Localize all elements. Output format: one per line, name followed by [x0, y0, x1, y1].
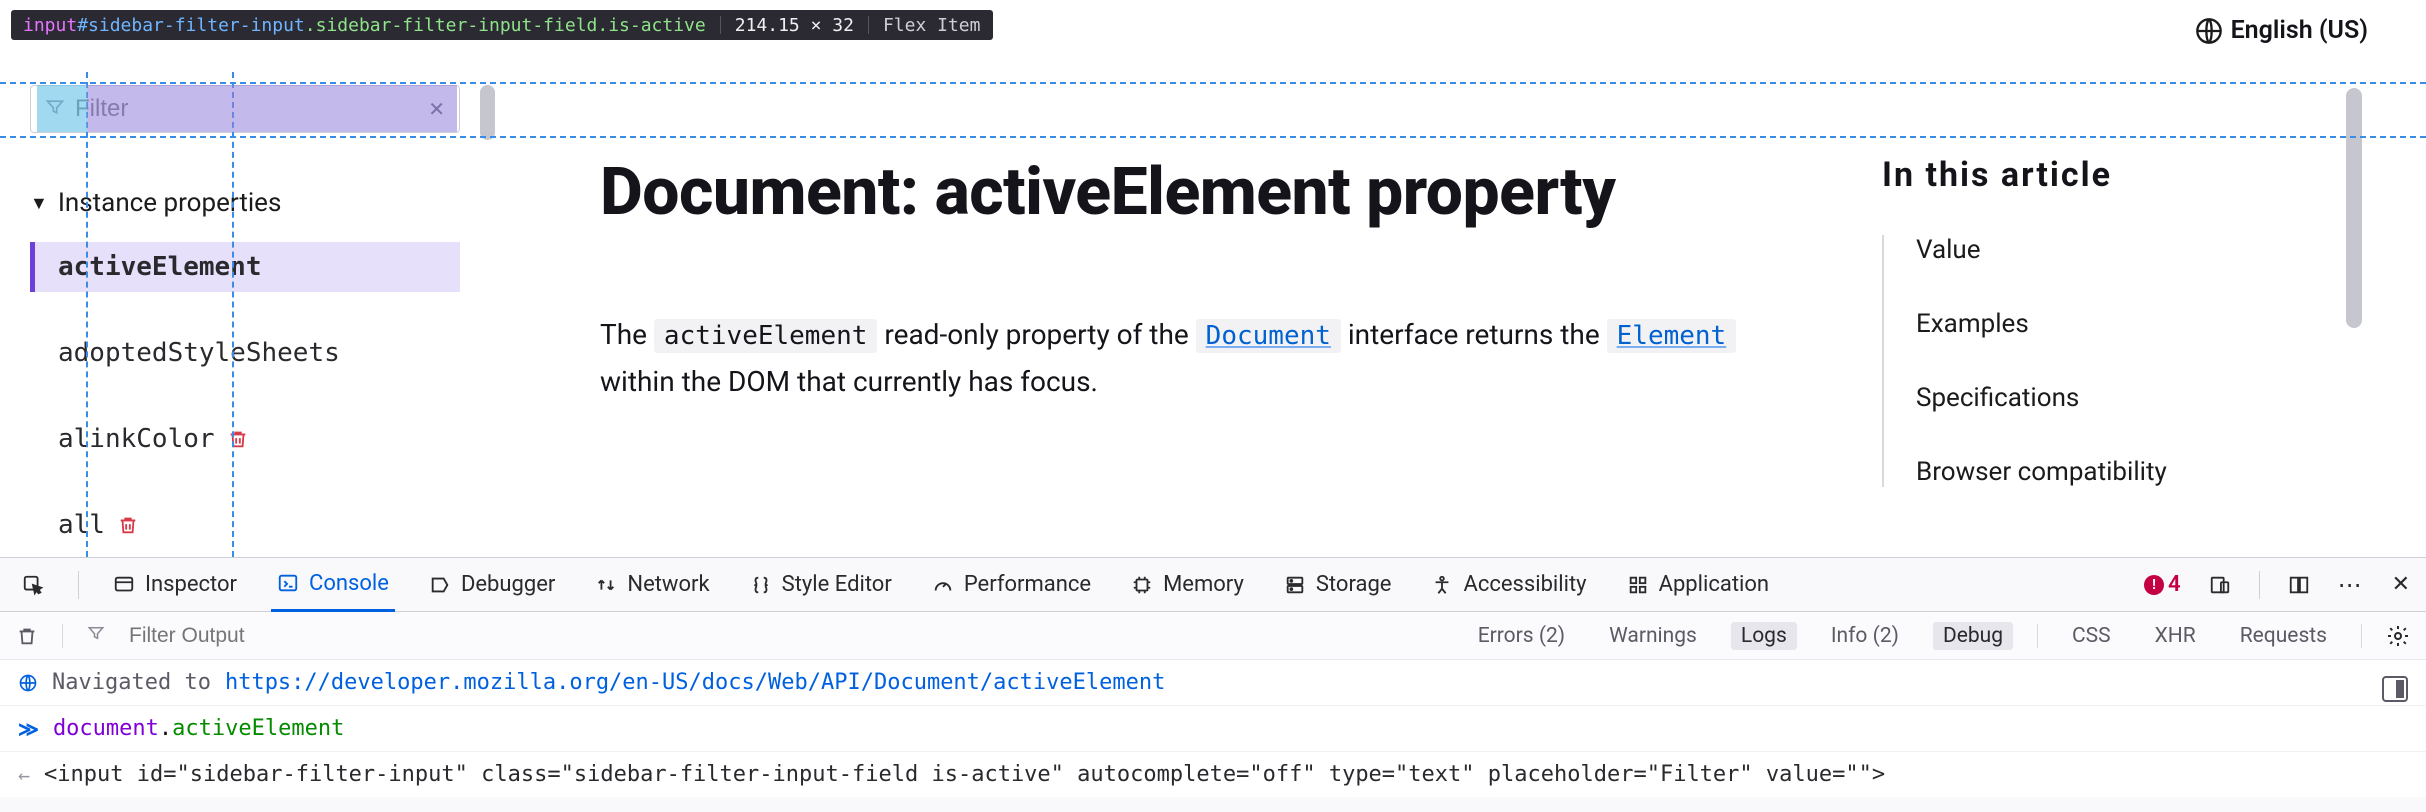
filter-warnings[interactable]: Warnings [1599, 622, 1707, 650]
sidebar-item-label: activeElement [58, 252, 262, 282]
tooltip-id: #sidebar-filter-input [77, 15, 305, 36]
link-document[interactable]: Document [1196, 319, 1341, 353]
console-output-row: ← <input id="sidebar-filter-input" class… [0, 752, 2426, 797]
filter-errors[interactable]: Errors (2) [1468, 622, 1575, 650]
tooltip-dimensions: 214.15 × 32 [735, 15, 854, 36]
console-filter-input[interactable] [129, 624, 429, 648]
console-filter-bar: Errors (2) Warnings Logs Info (2) Debug … [0, 612, 2426, 660]
deprecated-icon [227, 428, 249, 450]
article-intro: The activeElement read-only property of … [600, 311, 1800, 406]
page-content: English (US) input#sidebar-filter-input.… [0, 0, 2426, 557]
globe-icon [18, 673, 38, 693]
tab-performance[interactable]: Performance [926, 558, 1097, 612]
close-devtools-button[interactable]: ✕ [2392, 572, 2410, 597]
tab-inspector[interactable]: Inspector [107, 558, 243, 612]
code-activeelement: activeElement [654, 319, 878, 353]
responsive-mode-button[interactable] [2209, 574, 2231, 596]
toc-item-value[interactable]: Value [1916, 235, 2312, 265]
return-icon: ← [18, 763, 30, 787]
collapse-icon: ▼ [30, 193, 48, 214]
tab-memory[interactable]: Memory [1125, 558, 1250, 612]
sidebar-item-alinkcolor[interactable]: alinkColor [30, 414, 460, 464]
sidebar-item-label: all [58, 510, 105, 540]
highlight-guide [0, 82, 2426, 84]
filter-requests[interactable]: Requests [2230, 622, 2337, 650]
devtools: Inspector Console Debugger Network Style… [0, 557, 2426, 812]
nav-prefix: Navigated to [52, 670, 211, 695]
deprecated-icon [117, 514, 139, 536]
dock-mode-button[interactable] [2288, 574, 2310, 596]
console-output: Navigated to https://developer.mozilla.o… [0, 660, 2426, 797]
sidebar-item-activeelement[interactable]: activeElement [30, 242, 460, 292]
devtools-tabbar: Inspector Console Debugger Network Style… [0, 558, 2426, 612]
language-label: English (US) [2231, 16, 2368, 45]
globe-icon [2195, 17, 2223, 45]
toc-item-examples[interactable]: Examples [1916, 309, 2312, 339]
language-picker[interactable]: English (US) [2195, 16, 2368, 45]
filter-xhr[interactable]: XHR [2145, 622, 2206, 650]
tab-debugger[interactable]: Debugger [423, 558, 561, 612]
table-of-contents: In this article Value Examples Specifica… [1882, 155, 2312, 487]
toc-title: In this article [1882, 155, 2312, 195]
sidebar-item-all[interactable]: all [30, 500, 460, 550]
prompt-icon: ≫ [18, 717, 39, 741]
sidebar: ✕ ▼ Instance properties activeElement ad… [30, 85, 460, 550]
article: Document: activeElement property The act… [600, 155, 1800, 406]
tab-console[interactable]: Console [271, 558, 395, 612]
inspector-element-tooltip: input#sidebar-filter-input.sidebar-filte… [11, 10, 993, 40]
tab-application[interactable]: Application [1621, 558, 1775, 612]
toggle-sidebar-button[interactable] [2382, 676, 2408, 702]
pick-element-button[interactable] [16, 558, 50, 612]
link-element[interactable]: Element [1607, 319, 1737, 353]
filter-icon [87, 624, 105, 648]
clear-console-button[interactable] [16, 625, 38, 647]
sidebar-list: activeElement adoptedStyleSheets alinkCo… [30, 242, 460, 550]
section-heading-label: Instance properties [58, 188, 282, 218]
page-title: Document: activeElement property [600, 155, 1800, 231]
toc-item-specifications[interactable]: Specifications [1916, 383, 2312, 413]
tab-network[interactable]: Network [589, 558, 715, 612]
toc-item-browser-compat[interactable]: Browser compatibility [1916, 457, 2312, 487]
console-nav-row: Navigated to https://developer.mozilla.o… [0, 660, 2426, 706]
tab-storage[interactable]: Storage [1278, 558, 1398, 612]
page-scrollbar[interactable] [2346, 88, 2362, 328]
sidebar-scrollbar[interactable] [480, 85, 495, 140]
console-output-value[interactable]: <input id="sidebar-filter-input" class="… [44, 762, 1885, 787]
tooltip-tag: input [23, 15, 77, 36]
nav-url[interactable]: https://developer.mozilla.org/en-US/docs… [225, 670, 1165, 695]
error-count-badge[interactable]: ! 4 [2144, 572, 2181, 597]
filter-logs[interactable]: Logs [1731, 622, 1797, 650]
sidebar-item-adoptedstylesheets[interactable]: adoptedStyleSheets [30, 328, 460, 378]
tooltip-layout: Flex Item [883, 15, 981, 36]
inspector-highlight-overlay [37, 85, 457, 132]
filter-info[interactable]: Info (2) [1821, 622, 1909, 650]
sidebar-item-label: alinkColor [58, 424, 215, 454]
filter-debug[interactable]: Debug [1933, 622, 2013, 650]
tab-style-editor[interactable]: Style Editor [744, 558, 898, 612]
tooltip-classes: .sidebar-filter-input-field.is-active [305, 15, 706, 36]
filter-css[interactable]: CSS [2062, 622, 2121, 650]
sidebar-item-label: adoptedStyleSheets [58, 338, 340, 368]
console-input-row[interactable]: ≫ document.activeElement [0, 706, 2426, 752]
more-menu-button[interactable]: ⋯ [2338, 571, 2364, 599]
tab-accessibility[interactable]: Accessibility [1425, 558, 1592, 612]
sidebar-section-heading[interactable]: ▼ Instance properties [30, 188, 460, 218]
console-settings-button[interactable] [2386, 624, 2410, 648]
